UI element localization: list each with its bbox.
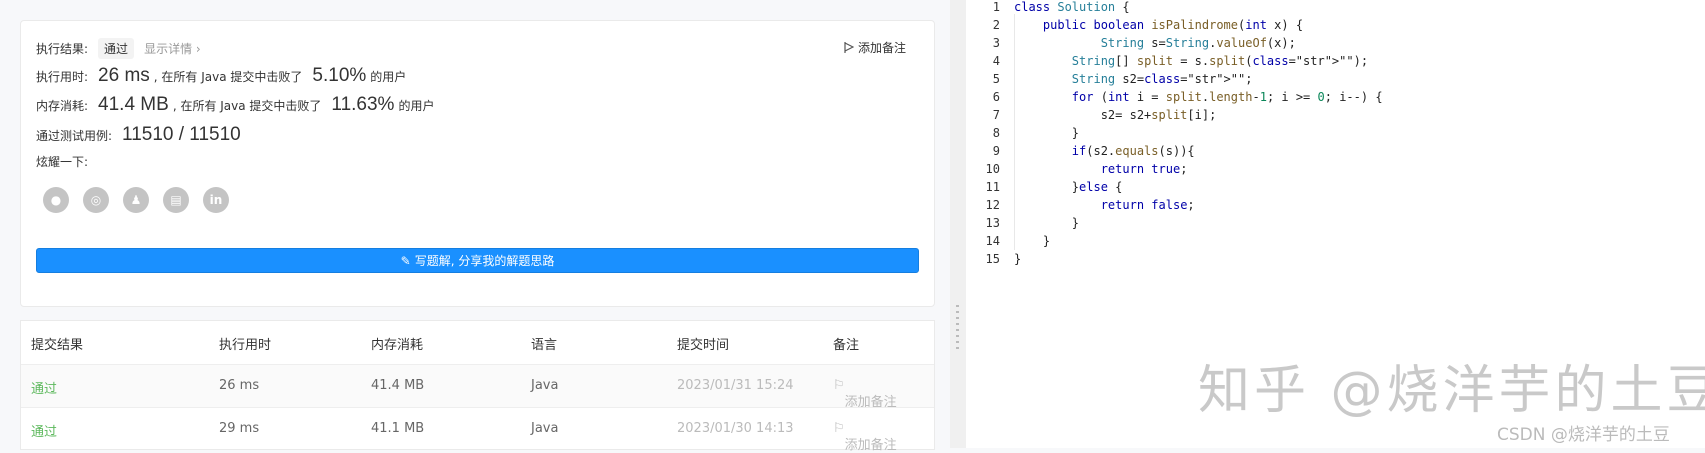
memory-suffix: 的用户 — [398, 99, 435, 113]
line-number: 10 — [985, 162, 1000, 176]
row-add-note-button[interactable]: ⚐ 添加备注 — [833, 421, 897, 453]
row-submit-time: 2023/01/31 15:24 — [677, 378, 794, 393]
table-row[interactable]: 通过 26 ms 41.4 MB Java 2023/01/31 15:24 ⚐… — [21, 364, 934, 410]
runtime-value: 26 ms — [98, 65, 150, 86]
line-number: 2 — [992, 18, 1000, 32]
header-language: 语言 — [531, 338, 558, 353]
add-note-label: 添加备注 — [857, 41, 906, 55]
share-icons: ● ◎ ♟ ▤ in — [43, 187, 229, 213]
weibo-icon[interactable]: ◎ — [83, 187, 109, 213]
runtime-percent: 5.10% — [312, 65, 367, 86]
header-status: 提交结果 — [31, 338, 84, 353]
runtime-row: 执行用时: 26 ms , 在所有 Java 提交中击败了 5.10% 的用户 — [36, 65, 406, 87]
row-memory: 41.1 MB — [371, 421, 425, 436]
result-card: 执行结果: 通过 显示详情 › 添加备注 执行用时: 26 ms , 在所有 J… — [20, 20, 935, 307]
row-runtime: 29 ms — [219, 421, 260, 436]
code-text: } — [1014, 126, 1080, 140]
line-number: 6 — [992, 90, 1000, 104]
row-runtime: 26 ms — [219, 378, 260, 393]
row-add-note-label: 添加备注 — [844, 438, 897, 453]
pane-divider[interactable] — [950, 0, 966, 448]
memory-percent: 11.63% — [331, 94, 395, 115]
share-row: 炫耀一下: — [36, 153, 88, 170]
add-note-button[interactable]: 添加备注 — [844, 39, 906, 56]
line-number: 4 — [992, 54, 1000, 68]
resize-handle[interactable] — [956, 305, 959, 350]
line-number: 7 — [992, 108, 1000, 122]
write-solution-button[interactable]: ✎ 写题解, 分享我的解题思路 — [36, 248, 919, 273]
linkedin-icon[interactable]: in — [203, 187, 229, 213]
code-text: String s=String.valueOf(x); — [1100, 36, 1296, 50]
code-text: for (int i = split.length-1; i >= 0; i--… — [1071, 90, 1383, 104]
header-memory: 内存消耗 — [371, 338, 424, 353]
result-label: 执行结果: — [36, 42, 89, 56]
flag-icon — [844, 42, 854, 53]
header-note: 备注 — [833, 338, 860, 353]
tests-row: 通过测试用例: 11510 / 11510 — [36, 124, 245, 146]
runtime-label: 执行用时: — [36, 70, 89, 84]
code-text: return true; — [1100, 162, 1188, 176]
code-text: public boolean isPalindrome(int x) { — [1042, 18, 1304, 32]
header-runtime: 执行用时 — [219, 338, 272, 353]
line-number: 3 — [992, 36, 1000, 50]
row-language: Java — [531, 421, 559, 436]
csdn-watermark: CSDN @烧洋芋的土豆 — [1497, 425, 1670, 445]
submission-panel: 执行结果: 通过 显示详情 › 添加备注 执行用时: 26 ms , 在所有 J… — [0, 0, 950, 453]
qq-icon[interactable]: ♟ — [123, 187, 149, 213]
table-header: 提交结果 执行用时 内存消耗 语言 提交时间 备注 — [21, 321, 934, 364]
code-text: class Solution { — [1014, 0, 1130, 14]
memory-label: 内存消耗: — [36, 99, 89, 113]
douban-icon[interactable]: ▤ — [163, 187, 189, 213]
line-number: 12 — [985, 198, 1000, 212]
code-text: String s2=class="str">""; — [1071, 72, 1253, 86]
code-text: } — [1014, 252, 1022, 266]
line-number: 13 — [985, 216, 1000, 230]
row-add-note-button[interactable]: ⚐ 添加备注 — [833, 378, 897, 410]
line-number: 14 — [985, 234, 1000, 248]
code-text: String[] split = s.split(class="str">"")… — [1071, 54, 1369, 68]
submissions-table: 提交结果 执行用时 内存消耗 语言 提交时间 备注 通过 26 ms 41.4 … — [20, 320, 935, 453]
share-label: 炫耀一下: — [36, 155, 89, 169]
runtime-beat-text: , 在所有 Java 提交中击败了 — [153, 70, 303, 84]
memory-beat-text: , 在所有 Java 提交中击败了 — [172, 99, 322, 113]
line-number: 11 — [985, 180, 1000, 194]
memory-value: 41.4 MB — [98, 94, 169, 115]
tests-value: 11510 / 11510 — [122, 124, 241, 145]
line-number: 5 — [992, 72, 1000, 86]
result-status-badge: 通过 — [98, 38, 135, 59]
table-row[interactable]: 通过 29 ms 41.1 MB Java 2023/01/30 14:13 ⚐… — [21, 407, 934, 453]
runtime-suffix: 的用户 — [370, 70, 407, 84]
code-text: }else { — [1014, 180, 1123, 194]
zhihu-watermark: 知乎 @烧洋芋的土豆 — [1198, 361, 1705, 421]
pencil-icon: ✎ — [400, 253, 411, 268]
line-number: 15 — [985, 252, 1000, 266]
code-text: if(s2.equals(s)){ — [1071, 144, 1195, 158]
code-text: } — [1014, 234, 1051, 248]
wechat-icon[interactable]: ● — [43, 187, 69, 213]
code-text: return false; — [1100, 198, 1195, 212]
row-submit-time: 2023/01/30 14:13 — [677, 421, 794, 436]
line-number: 9 — [992, 144, 1000, 158]
memory-row: 内存消耗: 41.4 MB , 在所有 Java 提交中击败了 11.63% 的… — [36, 94, 434, 116]
row-language: Java — [531, 378, 559, 393]
header-submit-time: 提交时间 — [677, 338, 730, 353]
row-status-link[interactable]: 通过 — [31, 378, 57, 397]
line-number: 1 — [992, 0, 1000, 14]
code-text: } — [1014, 216, 1080, 230]
result-row: 执行结果: 通过 显示详情 › — [36, 38, 201, 59]
row-status-link[interactable]: 通过 — [31, 421, 57, 440]
line-number: 8 — [992, 126, 1000, 140]
code-text: s2= s2+split[i]; — [1014, 108, 1217, 122]
row-memory: 41.4 MB — [371, 378, 425, 393]
show-details-link[interactable]: 显示详情 › — [144, 40, 201, 57]
write-solution-label: 写题解, 分享我的解题思路 — [414, 254, 555, 268]
tests-label: 通过测试用例: — [36, 129, 113, 143]
